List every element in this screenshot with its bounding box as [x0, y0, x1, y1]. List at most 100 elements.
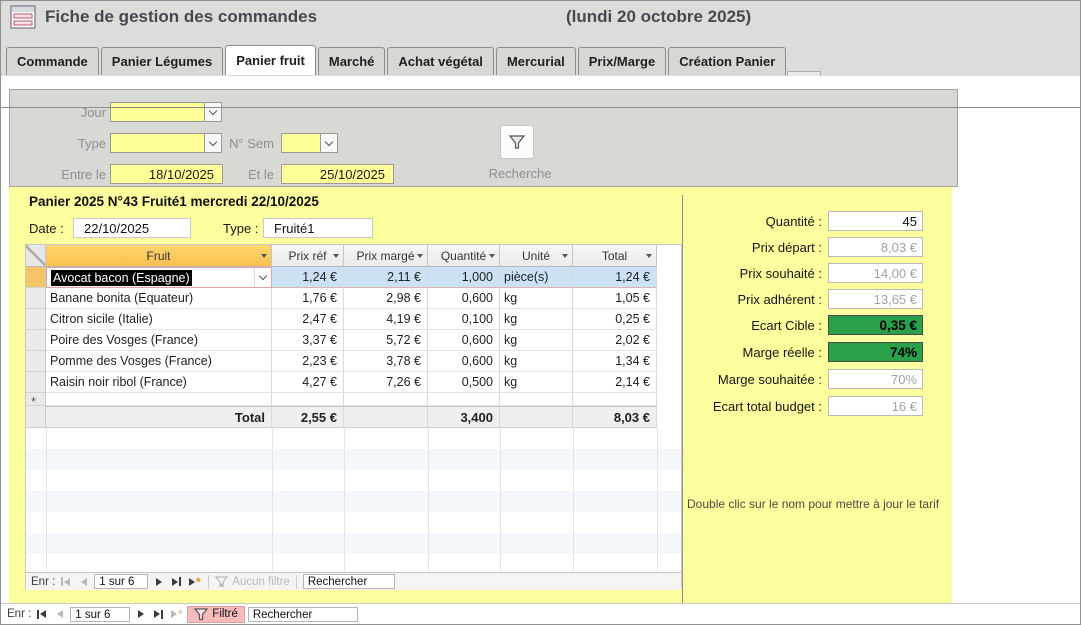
search-filter-button[interactable]	[500, 125, 534, 159]
cell-prix-marge[interactable]: 4,19 €	[344, 309, 428, 330]
row-selector[interactable]	[26, 288, 46, 309]
cell-prix-marge[interactable]: 2,11 €	[344, 267, 428, 288]
sort-dropdown-icon[interactable]	[333, 254, 339, 258]
num-sem-dropdown-button[interactable]	[320, 134, 337, 152]
column-header-unite[interactable]: Unité	[500, 245, 573, 267]
new-record-selector[interactable]: *	[26, 393, 46, 406]
sort-dropdown-icon[interactable]	[417, 254, 423, 258]
type-panier-field[interactable]: Fruité1	[263, 218, 373, 238]
sort-dropdown-icon[interactable]	[562, 254, 568, 258]
sort-dropdown-icon[interactable]	[489, 254, 495, 258]
select-all-cell[interactable]	[26, 245, 46, 267]
cell-quantite[interactable]: 1,000	[428, 267, 500, 288]
column-header-prix-marge[interactable]: Prix margé	[344, 245, 428, 267]
table-row[interactable]: Avocat bacon (Espagne) 1,24 € 2,11 € 1,0…	[26, 267, 681, 288]
cell-unite[interactable]: pièce(s)	[500, 267, 573, 288]
cell-quantite[interactable]: 0,600	[428, 288, 500, 309]
column-header-fruit[interactable]: Fruit	[46, 245, 272, 267]
column-header-prix-ref[interactable]: Prix réf	[272, 245, 344, 267]
cell-fruit[interactable]: Raisin noir ribol (France)	[46, 372, 272, 393]
first-record-button[interactable]	[58, 575, 73, 589]
record-search-input[interactable]: Rechercher	[248, 607, 358, 622]
column-header-total[interactable]: Total	[573, 245, 657, 267]
cell-unite[interactable]: kg	[500, 372, 573, 393]
row-selector[interactable]	[26, 351, 46, 372]
table-row[interactable]: Banane bonita (Equateur) 1,76 € 2,98 € 0…	[26, 288, 681, 309]
next-record-button[interactable]	[133, 607, 148, 621]
new-record-row[interactable]: *	[26, 393, 681, 406]
record-position-box[interactable]: 1 sur 6	[94, 574, 148, 589]
table-row[interactable]: Pomme des Vosges (France) 2,23 € 3,78 € …	[26, 351, 681, 372]
cell-fruit[interactable]: Pomme des Vosges (France)	[46, 351, 272, 372]
column-header-quantite[interactable]: Quantité	[428, 245, 500, 267]
date-field[interactable]: 22/10/2025	[73, 218, 191, 238]
cell-prix-ref[interactable]: 3,37 €	[272, 330, 344, 351]
cell-unite[interactable]: kg	[500, 351, 573, 372]
row-selector[interactable]	[26, 330, 46, 351]
tab-creation-panier[interactable]: Création Panier	[668, 47, 786, 75]
cell-quantite[interactable]: 0,100	[428, 309, 500, 330]
cell-unite[interactable]: kg	[500, 309, 573, 330]
cell-total[interactable]: 2,14 €	[573, 372, 657, 393]
cell-prix-ref[interactable]: 2,47 €	[272, 309, 344, 330]
previous-record-button[interactable]	[52, 607, 67, 621]
tab-commande[interactable]: Commande	[6, 47, 99, 75]
last-record-button[interactable]	[169, 575, 184, 589]
table-row[interactable]: Poire des Vosges (France) 3,37 € 5,72 € …	[26, 330, 681, 351]
cell-prix-ref[interactable]: 1,76 €	[272, 288, 344, 309]
cell-prix-ref[interactable]: 1,24 €	[272, 267, 344, 288]
entre-le-date-field[interactable]: 18/10/2025	[110, 164, 223, 184]
cell-prix-marge[interactable]: 5,72 €	[344, 330, 428, 351]
tab-prix-marge[interactable]: Prix/Marge	[578, 47, 666, 75]
tab-panier-fruit[interactable]: Panier fruit	[225, 45, 316, 75]
tab-achat-vegetal[interactable]: Achat végétal	[387, 47, 494, 75]
new-record-button[interactable]: *	[169, 607, 184, 621]
fruit-combobox[interactable]: Avocat bacon (Espagne)	[46, 267, 272, 288]
cell-prix-marge[interactable]: 2,98 €	[344, 288, 428, 309]
tab-marche[interactable]: Marché	[318, 47, 386, 75]
num-sem-combobox[interactable]	[281, 133, 338, 153]
new-record-button[interactable]: *	[187, 575, 202, 589]
record-search-input[interactable]: Rechercher	[303, 574, 395, 589]
cell-prix-ref[interactable]: 4,27 €	[272, 372, 344, 393]
previous-record-button[interactable]	[76, 575, 91, 589]
next-record-button[interactable]	[151, 575, 166, 589]
row-selector[interactable]	[26, 309, 46, 330]
fruit-dropdown-button[interactable]	[254, 268, 271, 287]
table-row[interactable]: Raisin noir ribol (France) 4,27 € 7,26 €…	[26, 372, 681, 393]
cell-total[interactable]: 1,24 €	[573, 267, 657, 288]
last-record-button[interactable]	[151, 607, 166, 621]
record-position-box[interactable]: 1 sur 6	[70, 607, 130, 622]
cell-total[interactable]: 0,25 €	[573, 309, 657, 330]
cell-quantite[interactable]: 0,600	[428, 330, 500, 351]
cell-unite[interactable]: kg	[500, 288, 573, 309]
cell-quantite[interactable]: 0,500	[428, 372, 500, 393]
row-selector[interactable]	[26, 372, 46, 393]
et-le-date-field[interactable]: 25/10/2025	[281, 164, 394, 184]
cell-prix-marge[interactable]: 3,78 €	[344, 351, 428, 372]
sort-dropdown-icon[interactable]	[646, 254, 652, 258]
jour-dropdown-button[interactable]	[204, 103, 221, 121]
tab-panier-legumes[interactable]: Panier Légumes	[101, 47, 223, 75]
table-row[interactable]: Citron sicile (Italie) 2,47 € 4,19 € 0,1…	[26, 309, 681, 330]
filtered-toggle-button[interactable]: Filtré	[187, 606, 245, 623]
cell-prix-marge[interactable]: 7,26 €	[344, 372, 428, 393]
first-record-button[interactable]	[34, 607, 49, 621]
tab-mercurial[interactable]: Mercurial	[496, 47, 576, 75]
type-dropdown-button[interactable]	[204, 134, 221, 152]
jour-combobox[interactable]	[110, 102, 222, 122]
cell-total[interactable]: 1,34 €	[573, 351, 657, 372]
cell-unite[interactable]: kg	[500, 330, 573, 351]
no-filter-button[interactable]: Aucun filtre	[215, 576, 290, 588]
type-combobox[interactable]	[110, 133, 222, 153]
quantite-field[interactable]: 45	[828, 211, 923, 231]
sort-dropdown-icon[interactable]	[261, 254, 267, 258]
cell-fruit[interactable]: Citron sicile (Italie)	[46, 309, 272, 330]
cell-fruit[interactable]: Poire des Vosges (France)	[46, 330, 272, 351]
cell-fruit[interactable]: Banane bonita (Equateur)	[46, 288, 272, 309]
row-selector[interactable]	[26, 267, 46, 288]
cell-quantite[interactable]: 0,600	[428, 351, 500, 372]
cell-total[interactable]: 1,05 €	[573, 288, 657, 309]
cell-prix-ref[interactable]: 2,23 €	[272, 351, 344, 372]
cell-total[interactable]: 2,02 €	[573, 330, 657, 351]
